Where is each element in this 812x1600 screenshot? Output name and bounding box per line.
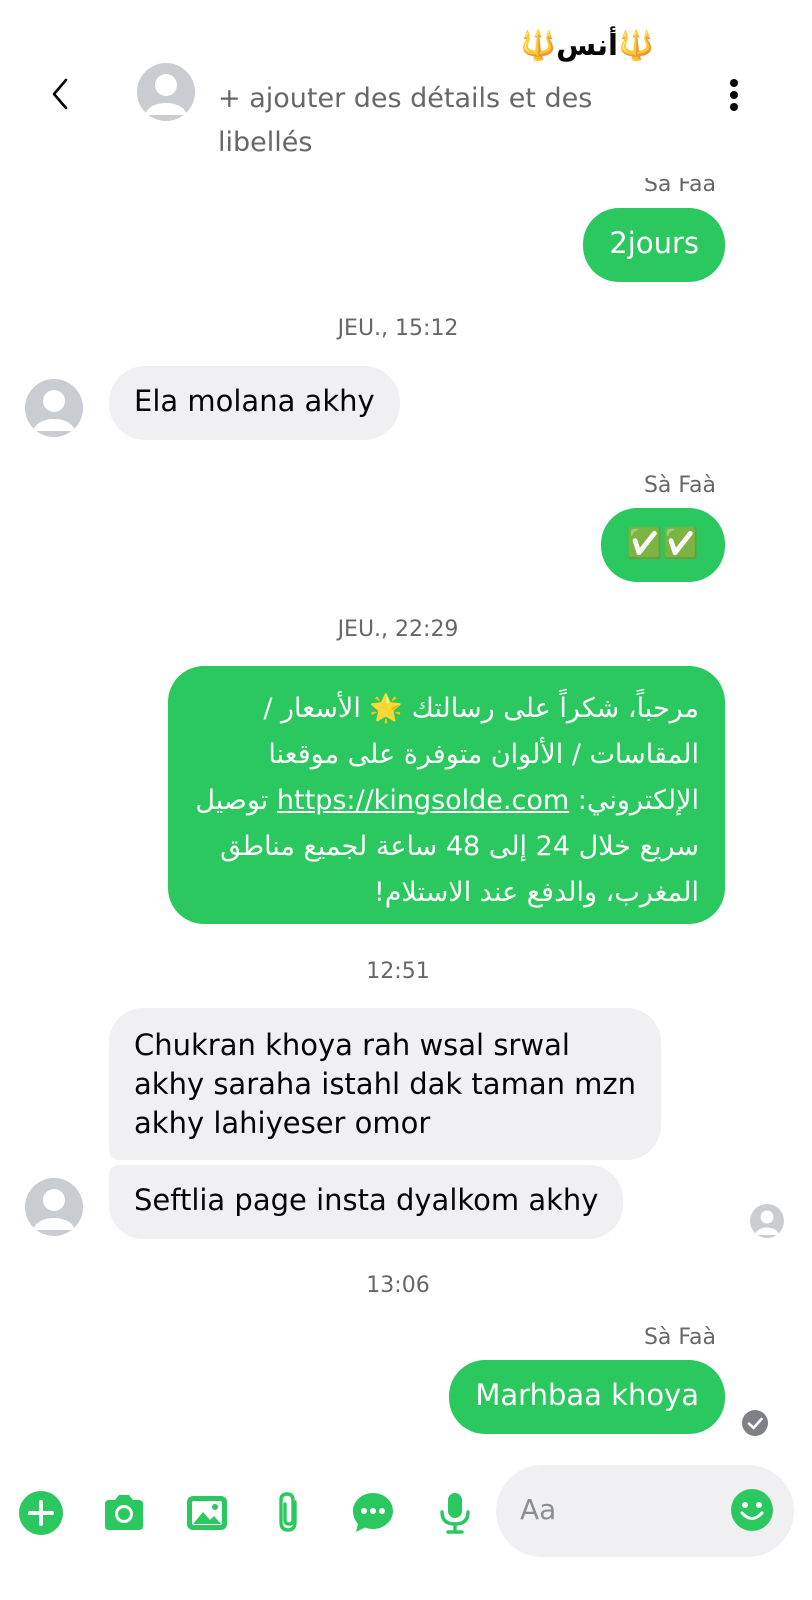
- outgoing-message[interactable]: 2jours: [583, 208, 725, 282]
- message-line: akhy lahiyeser omor: [134, 1106, 431, 1140]
- timestamp: 12:51: [366, 959, 430, 984]
- seen-avatar: [750, 1204, 784, 1238]
- message-line: Chukran khoya rah wsal srwal: [134, 1028, 570, 1062]
- message-input-placeholder: Aa: [520, 1493, 557, 1526]
- message-line: akhy saraha istahl dak taman mzn: [134, 1067, 637, 1101]
- header-avatar[interactable]: [137, 63, 195, 121]
- incoming-message[interactable]: Ela molana akhy: [109, 366, 400, 440]
- outgoing-message[interactable]: مرحباً، شكراً على رسالتك 🌟 الأسعار / الم…: [168, 666, 725, 924]
- sender-name: Sà Faà: [643, 1325, 716, 1350]
- timestamp: JEU., 15:12: [337, 316, 459, 341]
- add-details-link[interactable]: + ajouter des détails et des libellés: [218, 77, 658, 165]
- read-receipt-icon: [742, 1410, 768, 1436]
- website-link[interactable]: https://kingsolde.com: [277, 785, 569, 816]
- contact-name[interactable]: 🔱أنس🔱: [520, 28, 654, 63]
- contact-avatar[interactable]: [25, 1178, 83, 1236]
- emoji-icon[interactable]: [730, 1488, 774, 1532]
- timestamp: JEU., 22:29: [337, 617, 459, 642]
- plus-icon[interactable]: [18, 1490, 64, 1536]
- incoming-message[interactable]: Seftlia page insta dyalkom akhy: [109, 1165, 624, 1239]
- contact-avatar[interactable]: [25, 379, 83, 437]
- gallery-icon[interactable]: [184, 1490, 230, 1536]
- conversation-area: Sà Faà 2jours JEU., 15:12 Ela molana akh…: [0, 0, 812, 1460]
- microphone-icon[interactable]: [432, 1490, 478, 1536]
- chat-bubble-icon[interactable]: [350, 1490, 396, 1536]
- sender-name: Sà Faà: [643, 473, 716, 498]
- back-icon[interactable]: [44, 72, 78, 116]
- attachment-icon[interactable]: [267, 1490, 313, 1536]
- incoming-message[interactable]: Chukran khoya rah wsal srwal akhy saraha…: [109, 1008, 662, 1160]
- conversation-header: 🔱أنس🔱 + ajouter des détails et des libel…: [0, 0, 812, 178]
- camera-icon[interactable]: [101, 1490, 147, 1536]
- outgoing-message[interactable]: Marhbaa khoya: [449, 1360, 725, 1434]
- more-icon[interactable]: [722, 76, 746, 114]
- timestamp: 13:06: [366, 1273, 430, 1298]
- outgoing-message[interactable]: ✅✅: [600, 508, 725, 582]
